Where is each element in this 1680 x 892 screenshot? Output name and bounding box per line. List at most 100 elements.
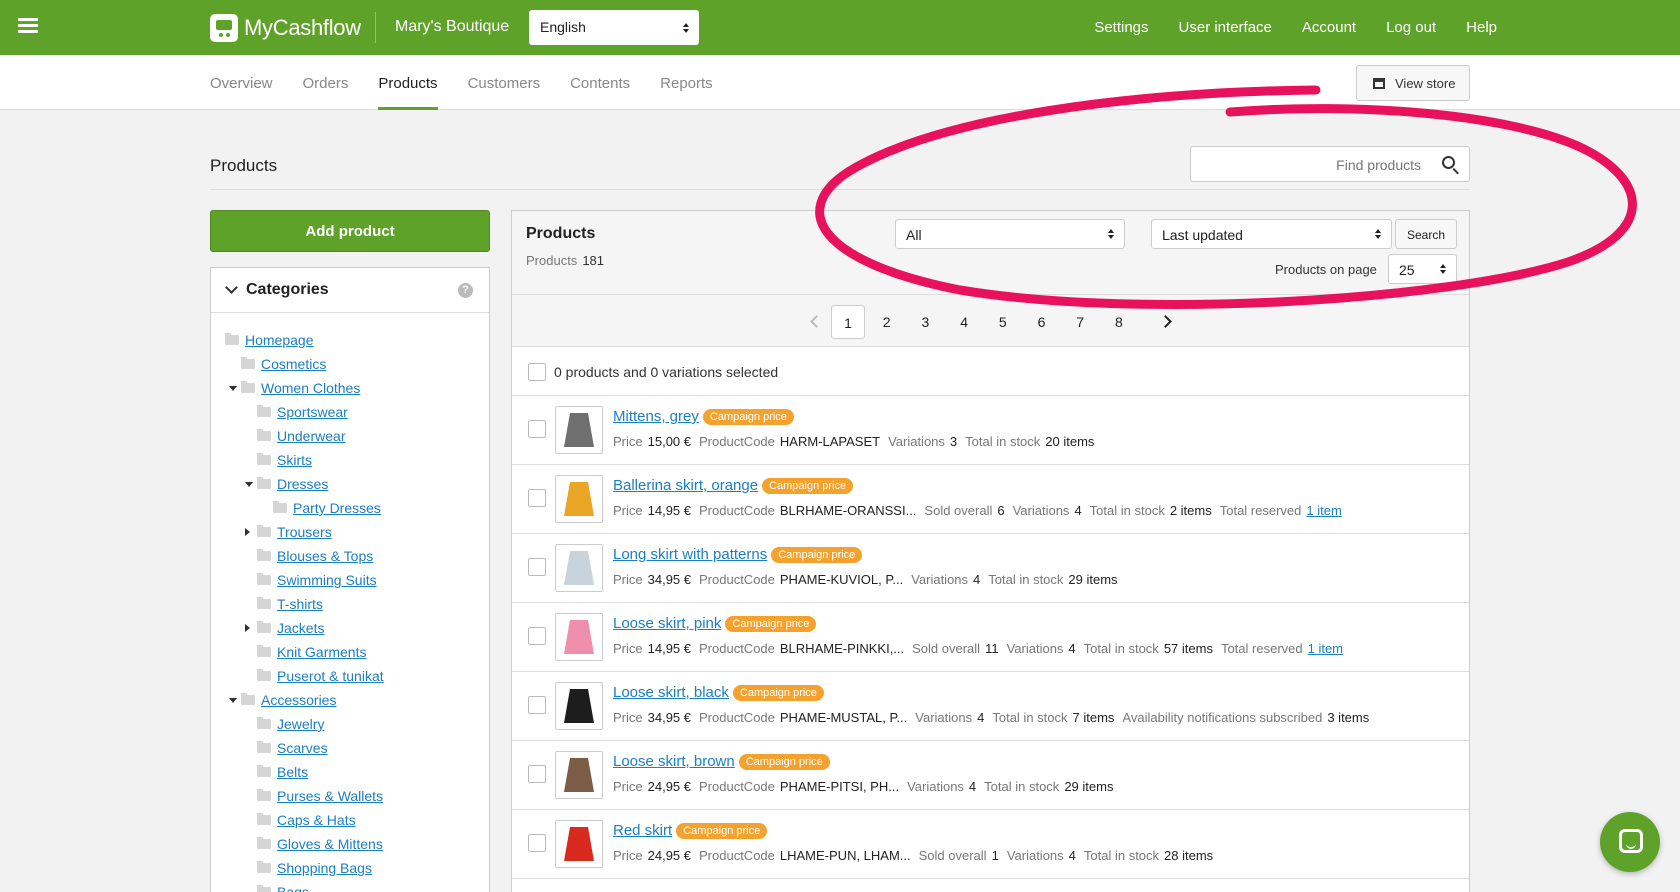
category-link[interactable]: Accessories <box>261 692 336 708</box>
product-thumbnail[interactable] <box>555 682 603 730</box>
product-thumbnail[interactable] <box>555 820 603 868</box>
category-link[interactable]: Jewelry <box>277 716 324 732</box>
row-checkbox[interactable] <box>528 627 546 645</box>
categories-header[interactable]: Categories ? <box>211 268 489 313</box>
category-link[interactable]: Dresses <box>277 476 328 492</box>
category-link[interactable]: Purses & Wallets <box>277 788 383 804</box>
category-item[interactable]: Trousers <box>211 521 489 545</box>
page-3[interactable]: 3 <box>908 305 942 339</box>
category-item[interactable]: Women Clothes <box>211 377 489 401</box>
nav-settings[interactable]: Settings <box>1094 19 1148 36</box>
category-item[interactable]: Swimming Suits <box>211 569 489 593</box>
chevron-right-icon[interactable] <box>1159 315 1172 328</box>
page-4[interactable]: 4 <box>947 305 981 339</box>
category-link[interactable]: Caps & Hats <box>277 812 356 828</box>
page-1[interactable]: 1 <box>831 305 865 339</box>
language-select[interactable]: English <box>529 10 699 45</box>
caret-down-icon[interactable] <box>229 386 237 391</box>
row-checkbox[interactable] <box>528 420 546 438</box>
nav-account[interactable]: Account <box>1302 19 1356 36</box>
product-name-link[interactable]: Ballerina skirt, orange Campaign price <box>613 477 854 494</box>
filter-select[interactable]: All <box>895 219 1125 249</box>
search-button[interactable]: Search <box>1395 219 1457 249</box>
per-page-select[interactable]: 25 <box>1388 254 1457 284</box>
category-link[interactable]: Party Dresses <box>293 500 381 516</box>
row-checkbox[interactable] <box>528 765 546 783</box>
row-checkbox[interactable] <box>528 696 546 714</box>
category-link[interactable]: Underwear <box>277 428 345 444</box>
category-link[interactable]: Gloves & Mittens <box>277 836 383 852</box>
category-link[interactable]: Jackets <box>277 620 324 636</box>
chevron-left-icon[interactable] <box>810 315 823 328</box>
category-item[interactable]: Underwear <box>211 425 489 449</box>
category-link[interactable]: Women Clothes <box>261 380 360 396</box>
select-all-checkbox[interactable] <box>528 363 546 381</box>
add-product-button[interactable]: Add product <box>210 210 490 252</box>
category-link[interactable]: T-shirts <box>277 596 323 612</box>
category-item[interactable]: Homepage <box>211 329 489 353</box>
nav-help[interactable]: Help <box>1466 19 1497 36</box>
search-icon[interactable] <box>1442 156 1455 169</box>
caret-down-icon[interactable] <box>229 698 237 703</box>
logo[interactable]: MyCashflow <box>210 14 361 42</box>
product-name-link[interactable]: Loose skirt, black Campaign price <box>613 684 824 701</box>
reserved-link[interactable]: 1 item <box>1306 503 1341 518</box>
row-checkbox[interactable] <box>528 489 546 507</box>
row-checkbox[interactable] <box>528 834 546 852</box>
category-link[interactable]: Blouses & Tops <box>277 548 373 564</box>
product-thumbnail[interactable] <box>555 613 603 661</box>
category-item[interactable]: Purses & Wallets <box>211 785 489 809</box>
category-link[interactable]: Belts <box>277 764 308 780</box>
tab-products[interactable]: Products <box>378 75 438 110</box>
category-link[interactable]: Puserot & tunikat <box>277 668 384 684</box>
product-name-link[interactable]: Loose skirt, pink Campaign price <box>613 615 817 632</box>
reserved-link[interactable]: 1 item <box>1308 641 1343 656</box>
menu-icon[interactable] <box>18 18 38 34</box>
category-link[interactable]: Skirts <box>277 452 312 468</box>
category-link[interactable]: Trousers <box>277 524 332 540</box>
product-name-link[interactable]: Long skirt with patterns Campaign price <box>613 546 863 563</box>
tab-overview[interactable]: Overview <box>210 75 273 110</box>
category-item[interactable]: Skirts <box>211 449 489 473</box>
help-icon[interactable]: ? <box>458 283 473 298</box>
category-link[interactable]: Cosmetics <box>261 356 326 372</box>
product-name-link[interactable]: Red skirt Campaign price <box>613 822 768 839</box>
caret-right-icon[interactable] <box>245 528 250 536</box>
category-item[interactable]: Gloves & Mittens <box>211 833 489 857</box>
category-link[interactable]: Homepage <box>245 332 314 348</box>
category-item[interactable]: Puserot & tunikat <box>211 665 489 689</box>
category-item[interactable]: Jackets <box>211 617 489 641</box>
category-item[interactable]: Blouses & Tops <box>211 545 489 569</box>
category-link[interactable]: Swimming Suits <box>277 572 377 588</box>
chat-button[interactable] <box>1600 812 1660 872</box>
tab-customers[interactable]: Customers <box>468 75 541 110</box>
category-link[interactable]: Knit Garments <box>277 644 366 660</box>
category-item[interactable]: Sportswear <box>211 401 489 425</box>
category-link[interactable]: Scarves <box>277 740 328 756</box>
category-link[interactable]: Bags <box>277 884 309 892</box>
product-thumbnail[interactable] <box>555 751 603 799</box>
category-item[interactable]: Scarves <box>211 737 489 761</box>
category-item[interactable]: T-shirts <box>211 593 489 617</box>
tab-orders[interactable]: Orders <box>303 75 349 110</box>
find-products-input[interactable]: Find products <box>1190 146 1470 182</box>
category-item[interactable]: Accessories <box>211 689 489 713</box>
page-8[interactable]: 8 <box>1102 305 1136 339</box>
tab-contents[interactable]: Contents <box>570 75 630 110</box>
page-5[interactable]: 5 <box>986 305 1020 339</box>
product-name-link[interactable]: Mittens, grey Campaign price <box>613 408 794 425</box>
category-item[interactable]: Caps & Hats <box>211 809 489 833</box>
category-item[interactable]: Knit Garments <box>211 641 489 665</box>
page-2[interactable]: 2 <box>870 305 904 339</box>
row-checkbox[interactable] <box>528 558 546 576</box>
product-thumbnail[interactable] <box>555 544 603 592</box>
caret-right-icon[interactable] <box>245 624 250 632</box>
category-link[interactable]: Shopping Bags <box>277 860 372 876</box>
page-7[interactable]: 7 <box>1063 305 1097 339</box>
category-item[interactable]: Jewelry <box>211 713 489 737</box>
product-thumbnail[interactable] <box>555 475 603 523</box>
product-name-link[interactable]: Loose skirt, brown Campaign price <box>613 753 830 770</box>
tab-reports[interactable]: Reports <box>660 75 713 110</box>
nav-log-out[interactable]: Log out <box>1386 19 1436 36</box>
category-item[interactable]: Shopping Bags <box>211 857 489 881</box>
